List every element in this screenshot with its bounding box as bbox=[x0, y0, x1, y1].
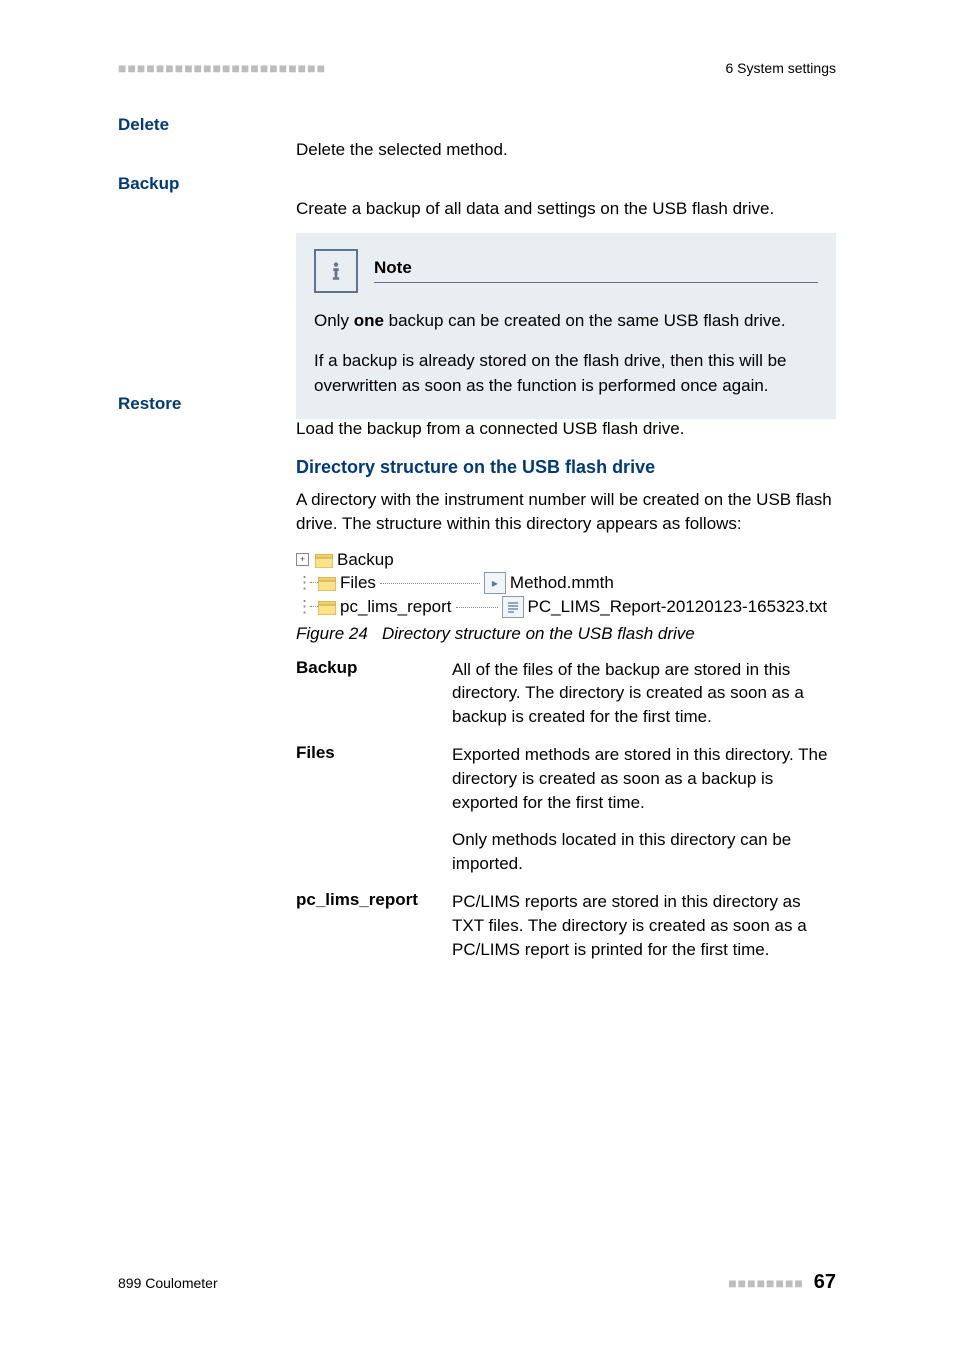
header-dashes: ■■■■■■■■■■■■■■■■■■■■■■ bbox=[118, 60, 326, 76]
tree-expand-icon: + bbox=[296, 553, 309, 566]
def-backup-body: All of the files of the backup are store… bbox=[452, 658, 836, 729]
def-files: Files Exported methods are stored in thi… bbox=[296, 743, 836, 876]
delete-label: Delete bbox=[118, 115, 169, 134]
folder-icon bbox=[318, 576, 336, 590]
note-divider bbox=[374, 282, 818, 283]
folder-icon bbox=[318, 600, 336, 614]
dir-tree-figure: + Backup ⋮ Files ▸ Method.mmth ⋮ bbox=[296, 550, 836, 618]
restore-text: Load the backup from a connected USB fla… bbox=[296, 419, 684, 438]
def-files-term: Files bbox=[296, 743, 452, 763]
header-section: 6 System settings bbox=[726, 60, 837, 76]
figure-caption: Figure 24 Directory structure on the USB… bbox=[296, 624, 836, 644]
figure-caption-text: Directory structure on the USB flash dri… bbox=[382, 624, 695, 643]
def-backup-term: Backup bbox=[296, 658, 452, 678]
note-line-2: If a backup is already stored on the fla… bbox=[314, 349, 818, 398]
restore-label: Restore bbox=[118, 394, 181, 413]
page-header: ■■■■■■■■■■■■■■■■■■■■■■ 6 System settings bbox=[118, 60, 836, 76]
folder-icon bbox=[315, 553, 333, 567]
note-line-1-post: backup can be created on the same USB fl… bbox=[384, 311, 786, 330]
note-line-1: Only one backup can be created on the sa… bbox=[314, 309, 818, 334]
def-files-body-2: Only methods located in this directory c… bbox=[452, 828, 836, 876]
note-box: Note Only one backup can be created on t… bbox=[296, 233, 836, 419]
page-number: 67 bbox=[814, 1271, 836, 1293]
note-title: Note bbox=[374, 258, 818, 282]
delete-text: Delete the selected method. bbox=[296, 140, 508, 159]
def-files-body-1: Exported methods are stored in this dire… bbox=[452, 743, 836, 814]
text-file-icon bbox=[502, 596, 524, 618]
def-pclims: pc_lims_report PC/LIMS reports are store… bbox=[296, 890, 836, 961]
info-icon bbox=[314, 249, 358, 293]
file-icon: ▸ bbox=[484, 572, 506, 594]
dir-heading: Directory structure on the USB flash dri… bbox=[296, 457, 836, 478]
def-backup: Backup All of the files of the backup ar… bbox=[296, 658, 836, 729]
dir-intro: A directory with the instrument number w… bbox=[296, 488, 836, 536]
tree-report-file: PC_LIMS_Report-20120123-165323.txt bbox=[528, 597, 828, 617]
figure-label: Figure 24 bbox=[296, 624, 368, 643]
tree-files: Files bbox=[340, 573, 376, 593]
tree-pc-lims: pc_lims_report bbox=[340, 597, 452, 617]
note-line-1-bold: one bbox=[354, 311, 384, 330]
page-footer: 899 Coulometer ■■■■■■■■ 67 bbox=[118, 1271, 836, 1294]
tree-method-file: Method.mmth bbox=[510, 573, 614, 593]
note-line-1-pre: Only bbox=[314, 311, 354, 330]
footer-product: 899 Coulometer bbox=[118, 1275, 218, 1291]
def-pclims-term: pc_lims_report bbox=[296, 890, 452, 910]
backup-text: Create a backup of all data and settings… bbox=[296, 197, 836, 221]
tree-backup: Backup bbox=[337, 550, 394, 570]
footer-dashes: ■■■■■■■■ bbox=[728, 1275, 804, 1291]
backup-label: Backup bbox=[118, 174, 179, 193]
def-pclims-body: PC/LIMS reports are stored in this direc… bbox=[452, 890, 836, 961]
